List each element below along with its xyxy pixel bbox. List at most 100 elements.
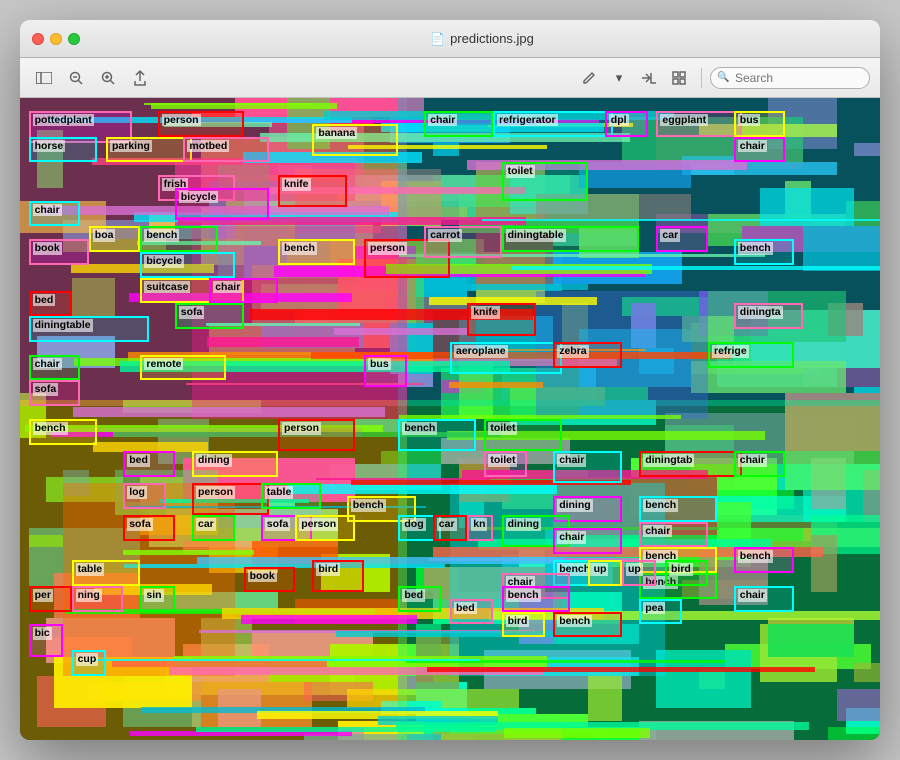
detection-label: bicycle: [144, 255, 184, 268]
detection-box: bed: [450, 599, 493, 625]
detection-label: bus: [368, 358, 391, 371]
detection-label: bench: [282, 242, 317, 255]
detection-box: bicycle: [140, 252, 235, 278]
detection-label: table: [76, 563, 105, 576]
detection-label: bench: [402, 422, 437, 435]
detection-box: car: [192, 515, 235, 541]
detection-label: person: [299, 518, 338, 531]
detection-box: horse: [29, 137, 98, 163]
detection-label: up: [626, 563, 643, 576]
detection-box: bed: [398, 586, 441, 612]
detection-box: book: [244, 567, 296, 593]
detection-label: bench: [144, 229, 179, 242]
detection-box: aeroplane: [450, 342, 562, 374]
detection-label: chair: [557, 531, 586, 544]
detection-label: cup: [76, 653, 99, 666]
detection-label: bench: [506, 589, 541, 602]
detection-label: sofa: [265, 518, 291, 531]
detection-label: log: [127, 486, 147, 499]
detection-label: knife: [282, 178, 311, 191]
detection-box: parking: [106, 137, 192, 163]
detection-label: chair: [643, 525, 672, 538]
close-button[interactable]: [32, 33, 44, 45]
detection-box: bench: [398, 419, 475, 451]
title-bar: 📄 predictions.jpg: [20, 20, 880, 58]
detection-box: chair: [734, 451, 786, 477]
edit-button[interactable]: [575, 66, 603, 90]
maximize-button[interactable]: [68, 33, 80, 45]
detection-label: bench: [33, 422, 68, 435]
detection-label: ning: [76, 589, 102, 602]
detection-box: book: [29, 239, 89, 265]
detection-box: diningta: [734, 303, 803, 329]
detection-label: bird: [506, 615, 530, 628]
detection-box: bird: [665, 560, 708, 586]
sidebar-toggle-button[interactable]: [30, 66, 58, 90]
detection-box: chair: [424, 111, 493, 137]
detection-label: diningta: [738, 306, 783, 319]
minimize-button[interactable]: [50, 33, 62, 45]
detection-label: chair: [33, 358, 62, 371]
detection-box: toilet: [484, 451, 527, 477]
detection-box: diningtable: [502, 226, 640, 252]
detection-label: person: [368, 242, 407, 255]
detection-label: bird: [669, 563, 693, 576]
detection-box: bench: [734, 547, 794, 573]
detection-label: bed: [402, 589, 425, 602]
detection-label: table: [265, 486, 294, 499]
search-input[interactable]: [710, 67, 870, 89]
detection-label: car: [660, 229, 680, 242]
dropdown-button[interactable]: ▾: [605, 66, 633, 90]
detection-label: pea: [643, 602, 665, 615]
toolbar: ▾: [20, 58, 880, 98]
detection-label: horse: [33, 140, 66, 153]
detection-label: person: [282, 422, 321, 435]
detection-box: sin: [140, 586, 174, 612]
detection-label: boa: [93, 229, 116, 242]
share-button[interactable]: [126, 66, 154, 90]
zoom-in-button[interactable]: [94, 66, 122, 90]
zoom-out-icon: [69, 71, 83, 85]
detection-box: bird: [312, 560, 364, 592]
action-button[interactable]: [635, 66, 663, 90]
detection-box: chair: [29, 201, 81, 227]
detection-label: pottedplant: [33, 114, 94, 127]
image-content: pottedplant horse parking motbed person …: [20, 98, 880, 740]
detection-box: up: [588, 560, 622, 586]
detection-box: person: [278, 419, 355, 451]
detection-box: knife: [278, 175, 347, 207]
detection-label: toilet: [506, 165, 535, 178]
detection-label: car: [196, 518, 216, 531]
detection-label: toilet: [488, 454, 517, 467]
detection-box: eggplant: [656, 111, 742, 137]
detection-box: bench: [502, 586, 571, 612]
detection-label: per: [33, 589, 53, 602]
detection-label: person: [162, 114, 201, 127]
detection-label: toilet: [488, 422, 517, 435]
detection-box: table: [261, 483, 321, 509]
detection-label: bic: [33, 627, 52, 640]
detection-box: pea: [639, 599, 682, 625]
detection-box: zebra: [553, 342, 622, 368]
detection-box: banana: [312, 124, 398, 156]
detection-box: car: [656, 226, 708, 252]
detection-box: cup: [72, 650, 106, 676]
detection-label: bed: [33, 294, 56, 307]
detection-box: chair: [639, 522, 708, 548]
grid-button[interactable]: [665, 66, 693, 90]
detection-label: refrigerator: [497, 114, 558, 127]
detection-box: table: [72, 560, 141, 586]
detection-label: sofa: [33, 383, 59, 396]
detection-label: parking: [110, 140, 152, 153]
detection-box: chair: [29, 355, 81, 381]
detection-box: up: [622, 560, 656, 586]
detection-box: dining: [192, 451, 278, 477]
detection-label: person: [196, 486, 235, 499]
detection-box: bicycle: [175, 188, 270, 220]
detection-box: bird: [502, 612, 545, 638]
detection-label: book: [248, 570, 277, 583]
zoom-out-button[interactable]: [62, 66, 90, 90]
detection-box: bed: [123, 451, 175, 477]
arrow-icon: [641, 71, 657, 85]
detection-label: motbed: [187, 140, 229, 153]
